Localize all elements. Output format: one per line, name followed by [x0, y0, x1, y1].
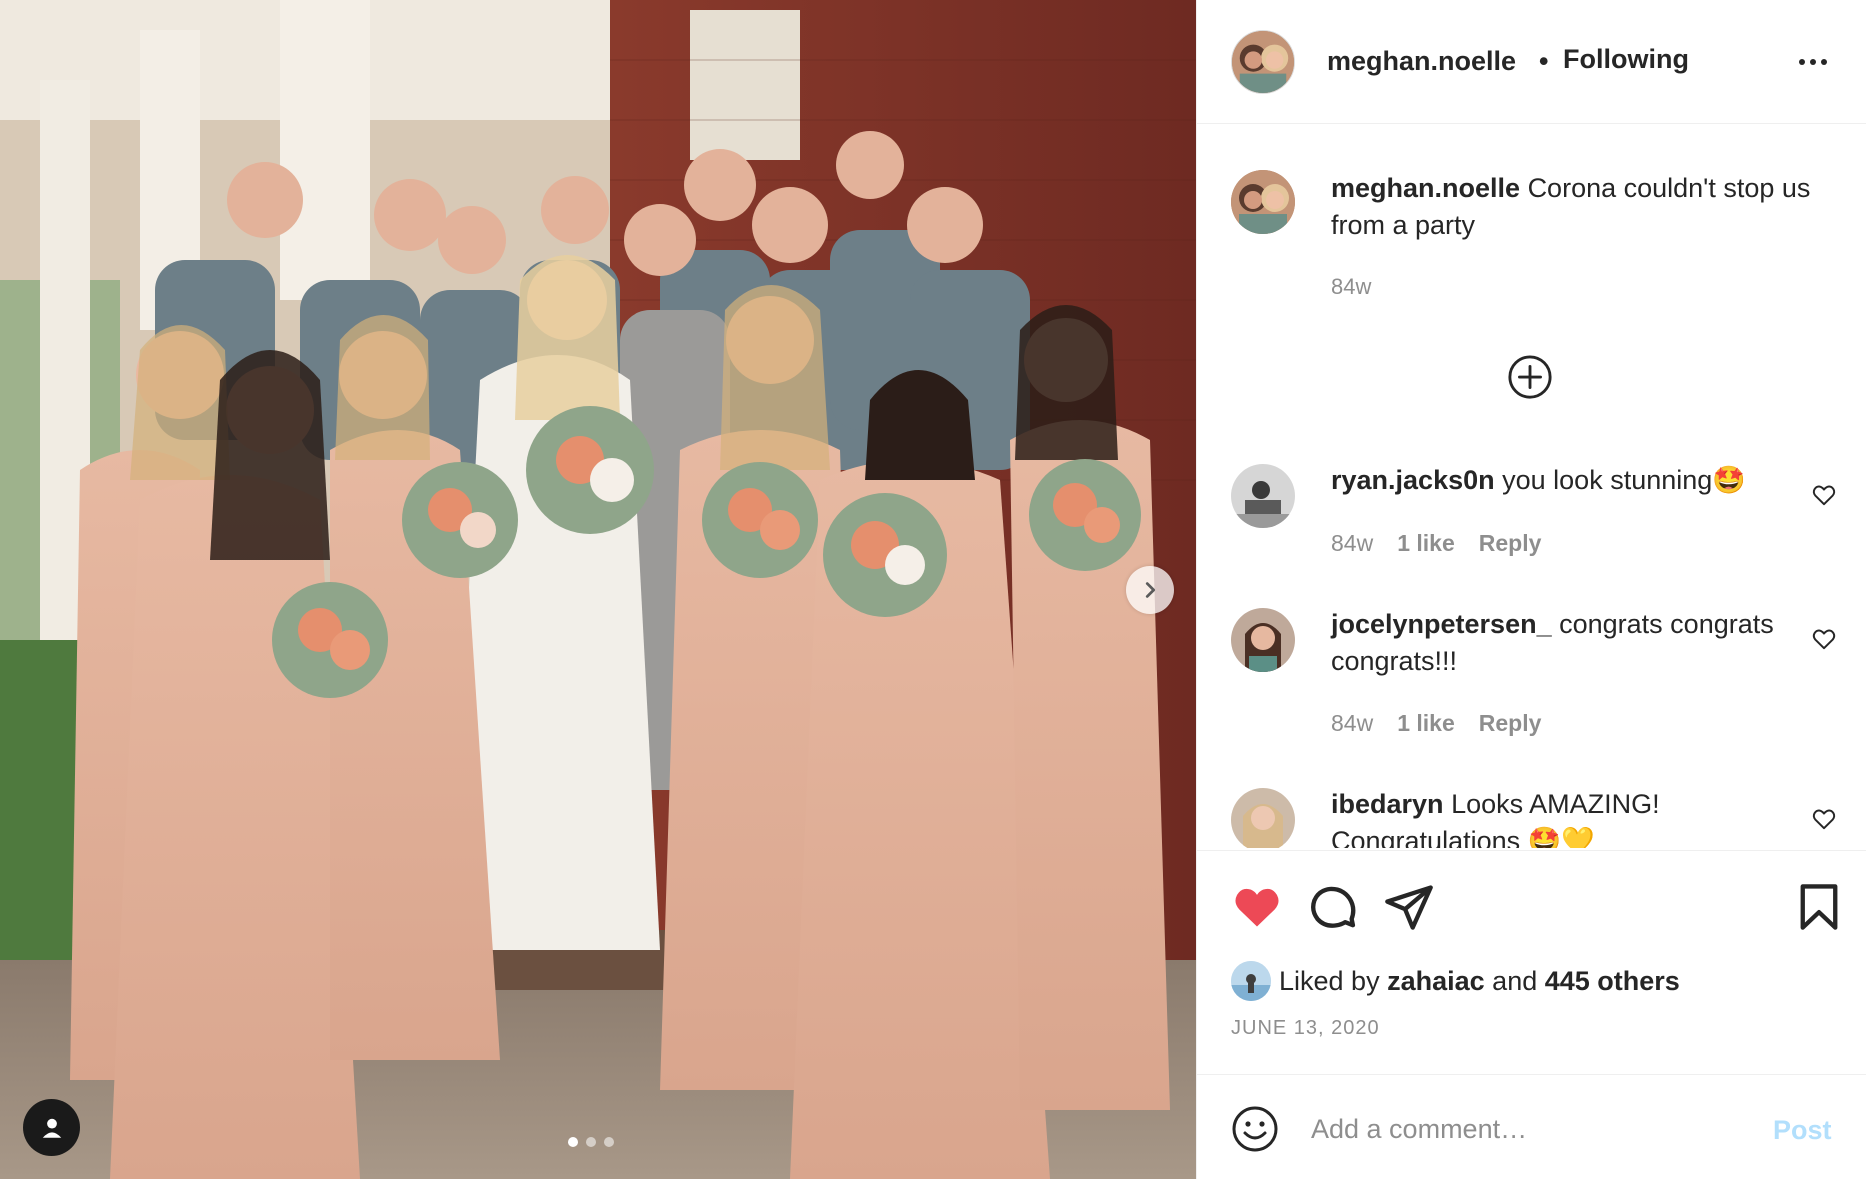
comment-input[interactable]	[1311, 1105, 1751, 1153]
liked-by-others[interactable]: 445 others	[1545, 966, 1680, 997]
chevron-right-icon	[1145, 582, 1156, 598]
heart-outline-icon[interactable]	[1811, 626, 1837, 652]
comments-list: ryan.jacks0n you look stunning🤩 84w 1 li…	[1197, 440, 1866, 848]
wedding-party-photo	[0, 0, 1196, 1179]
bookmark-icon[interactable]	[1793, 881, 1845, 933]
more-options-icon[interactable]	[1793, 50, 1833, 74]
comment-timestamp[interactable]: 84w	[1331, 530, 1373, 557]
carousel-dot	[586, 1137, 596, 1147]
emoji-icon[interactable]	[1231, 1105, 1279, 1153]
header-separator: •	[1539, 46, 1549, 76]
add-comment-bar: Post	[1197, 1074, 1866, 1179]
commenter-username[interactable]: jocelynpetersen_	[1331, 609, 1552, 639]
commenter-username[interactable]: ibedaryn	[1331, 789, 1444, 819]
comment-meta: 84w 1 like Reply	[1331, 710, 1541, 737]
post-date[interactable]: JUNE 13, 2020	[1231, 1017, 1380, 1040]
liked-by-conj: and	[1492, 965, 1538, 996]
avatar-image	[1231, 788, 1295, 848]
commenter-avatar[interactable]	[1231, 464, 1295, 528]
comment-icon[interactable]	[1307, 881, 1359, 933]
likes-summary: Liked by zahaiac and 445 others	[1231, 961, 1680, 1001]
avatar-image	[1231, 608, 1295, 672]
carousel-dot	[604, 1137, 614, 1147]
author-username[interactable]: meghan.noelle	[1327, 46, 1516, 77]
comment-body: ibedaryn Looks AMAZING! Congratulations …	[1331, 786, 1801, 848]
reply-button[interactable]: Reply	[1479, 710, 1542, 737]
avatar-image	[1231, 464, 1295, 528]
carousel-indicator	[568, 1137, 614, 1147]
next-photo-button[interactable]	[1126, 566, 1174, 614]
post-side-panel: meghan.noelle • Following meghan.noelle …	[1196, 0, 1866, 1179]
avatar-image	[1232, 31, 1294, 93]
plus-circle-icon[interactable]	[1507, 354, 1553, 400]
comment-body: jocelynpetersen_ congrats congrats congr…	[1331, 606, 1801, 680]
avatar-image	[1231, 170, 1295, 234]
following-button[interactable]: Following	[1563, 44, 1689, 75]
caption-timestamp[interactable]: 84w	[1331, 274, 1371, 300]
avatar-image	[1231, 961, 1271, 1001]
post-actions: Liked by zahaiac and 445 others JUNE 13,…	[1197, 850, 1866, 1074]
commenter-avatar[interactable]	[1231, 788, 1295, 848]
commenter-avatar[interactable]	[1231, 608, 1295, 672]
liker-avatar[interactable]	[1231, 961, 1271, 1001]
caption-author-avatar[interactable]	[1231, 170, 1295, 234]
heart-outline-icon[interactable]	[1811, 482, 1837, 508]
post-header: meghan.noelle • Following	[1197, 0, 1866, 124]
commenter-username[interactable]: ryan.jacks0n	[1331, 465, 1495, 495]
comment-body: ryan.jacks0n you look stunning🤩	[1331, 462, 1801, 499]
heart-outline-icon[interactable]	[1811, 806, 1837, 832]
user-tag-icon	[42, 1118, 61, 1138]
liked-by-prefix: Liked by	[1279, 965, 1380, 996]
share-icon[interactable]	[1383, 881, 1435, 933]
reply-button[interactable]: Reply	[1479, 530, 1542, 557]
post-caption: meghan.noelle Corona couldn't stop us fr…	[1331, 170, 1831, 244]
comment-text: you look stunning🤩	[1502, 465, 1746, 495]
caption-username[interactable]: meghan.noelle	[1331, 173, 1520, 203]
liked-by-user[interactable]: zahaiac	[1387, 966, 1485, 997]
post-button[interactable]: Post	[1773, 1115, 1832, 1146]
comment-meta: 84w 1 like Reply	[1331, 530, 1541, 557]
comment-timestamp[interactable]: 84w	[1331, 710, 1373, 737]
carousel-dot-active	[568, 1137, 578, 1147]
tagged-users-button[interactable]	[23, 1099, 80, 1156]
author-avatar[interactable]	[1231, 30, 1295, 94]
heart-filled-icon[interactable]	[1231, 881, 1283, 933]
post-photo[interactable]	[0, 0, 1196, 1179]
comment-likes[interactable]: 1 like	[1397, 530, 1455, 557]
comment-likes[interactable]: 1 like	[1397, 710, 1455, 737]
